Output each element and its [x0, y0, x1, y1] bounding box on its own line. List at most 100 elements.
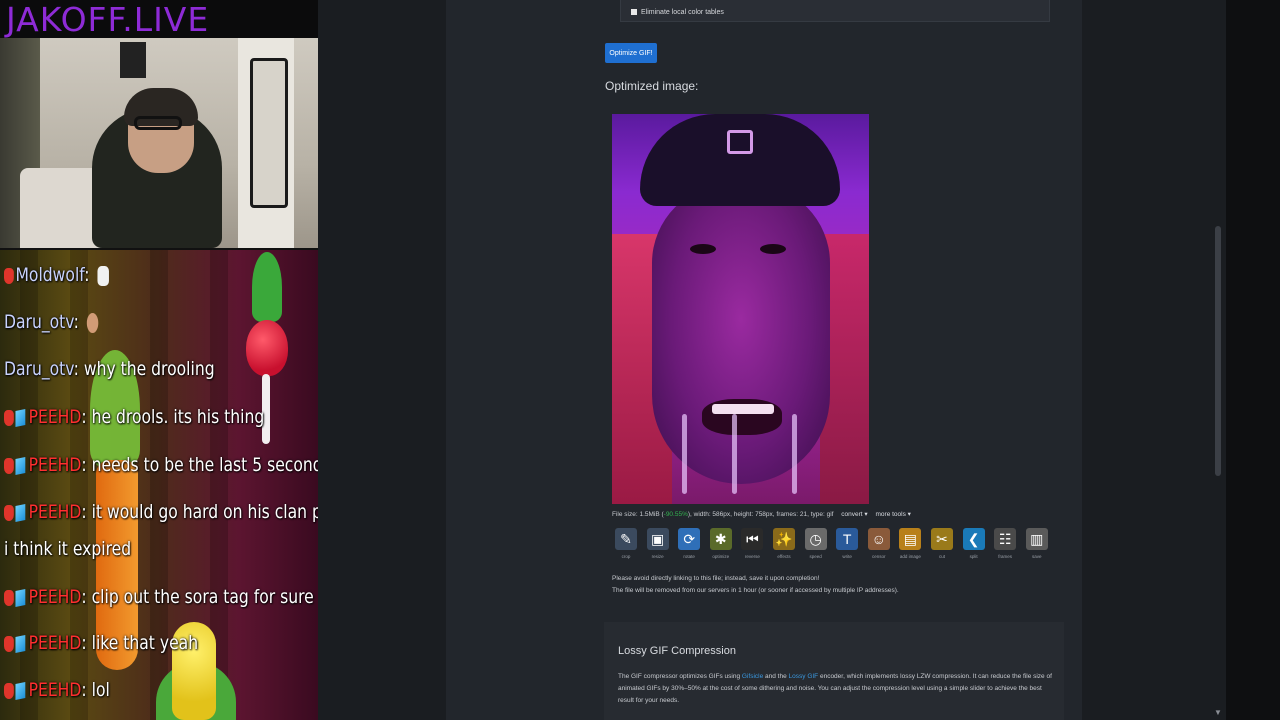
- censor-icon: ☺: [867, 528, 890, 550]
- eliminate-color-tables-label: Eliminate local color tables: [641, 9, 724, 16]
- chat-username: PEEHD: [28, 632, 82, 654]
- chat-text: like that yeah: [91, 632, 199, 654]
- chat-message: PEEHD: like that yeah: [4, 632, 198, 654]
- tool-rotate[interactable]: ⟳ rotate: [675, 528, 703, 564]
- cube-badge-icon: [15, 634, 26, 653]
- split-icon: ❮: [962, 528, 985, 550]
- chat-colon: :: [81, 501, 92, 523]
- face-emote-icon: [87, 312, 99, 333]
- speed-icon: ◷: [804, 528, 827, 550]
- lossy-description-line-2: animated GIFs by 30%–50% at the cost of …: [618, 685, 1042, 692]
- tool-label: add image: [899, 554, 921, 559]
- scroll-down-arrow-icon[interactable]: ▼: [1214, 708, 1222, 717]
- optimized-gif-preview: [612, 114, 869, 504]
- lossy-text-a: The GIF compressor optimizes GIFs using: [618, 673, 742, 680]
- scrollbar-thumb[interactable]: [1215, 226, 1221, 476]
- chat-message: PEEHD: it would go hard on his clan page…: [4, 501, 318, 523]
- tool-effects[interactable]: ✨ effects: [770, 528, 798, 564]
- gif-face: [652, 184, 830, 484]
- hand-emote-icon: [97, 265, 110, 286]
- heart-badge-icon: [4, 457, 14, 474]
- cube-badge-icon: [15, 456, 26, 475]
- chat-colon: :: [81, 679, 92, 701]
- tool-label: effects: [777, 554, 791, 559]
- effects-icon: ✨: [773, 528, 795, 550]
- eliminate-color-tables-checkbox[interactable]: [631, 9, 637, 15]
- tool-split[interactable]: ❮ split: [960, 528, 988, 564]
- tool-label: optimize: [712, 554, 730, 559]
- tool-label: resize: [651, 554, 664, 559]
- webcam-feed: [0, 38, 318, 248]
- cube-badge-icon: [15, 503, 26, 522]
- heart-badge-icon: [4, 635, 14, 652]
- chat-text: i think it expired: [4, 538, 132, 560]
- file-size-prefix: File size: 1.5MiB (: [612, 511, 664, 518]
- right-gutter: [1226, 0, 1280, 720]
- chat-colon: :: [73, 358, 84, 380]
- gif-eye-right: [760, 244, 786, 254]
- tool-label: crop: [621, 554, 631, 559]
- chat-username: Daru_otv: [4, 358, 74, 380]
- chat-username: PEEHD: [28, 501, 82, 523]
- lossy-description-line-1: The GIF compressor optimizes GIFs using …: [618, 673, 1052, 680]
- size-reduction-percent: -90.55%: [663, 511, 688, 518]
- convert-menu[interactable]: convert ▾: [841, 511, 867, 518]
- tool-resize[interactable]: ▣ resize: [644, 528, 672, 564]
- tool-speed[interactable]: ◷ speed: [802, 528, 830, 564]
- tool-save[interactable]: ▥ save: [1023, 528, 1051, 564]
- cube-badge-icon: [15, 681, 26, 700]
- radish-leaf-graphic: [252, 252, 282, 322]
- tool-frames[interactable]: ☷ frames: [991, 528, 1019, 564]
- save-icon: ▥: [1025, 528, 1048, 550]
- lossy-gif-link[interactable]: Lossy GIF: [789, 673, 819, 680]
- chat-message: PEEHD: lol: [4, 679, 110, 701]
- chat-text: he drools. its his thing: [91, 406, 265, 428]
- chat-text: it would go hard on his clan page but: [91, 501, 318, 523]
- chat-colon: :: [84, 264, 95, 286]
- chat-message: Daru_otv: why the drooling: [4, 358, 215, 380]
- file-removal-notice: The file will be removed from our server…: [612, 587, 899, 594]
- chat-message: i think it expired: [4, 538, 131, 560]
- frames-icon: ☷: [994, 528, 1017, 550]
- tool-label: reverse: [744, 554, 760, 559]
- heart-badge-icon: [4, 267, 14, 284]
- radish-graphic: [246, 320, 288, 376]
- chat-username: Daru_otv: [4, 311, 74, 333]
- chat-text: why the drooling: [83, 358, 215, 380]
- webcam-door: [250, 58, 288, 208]
- gifsicle-link[interactable]: Gifsicle: [742, 673, 763, 680]
- chat-colon: :: [81, 454, 92, 476]
- chat-text: lol: [91, 679, 110, 701]
- tool-optimize[interactable]: ✱ optimize: [707, 528, 735, 564]
- tool-censor[interactable]: ☺ censor: [865, 528, 893, 564]
- tool-label: censor: [872, 554, 886, 559]
- chat-message: PEEHD: needs to be the last 5 seconds: [4, 454, 318, 476]
- chat-message: Daru_otv:: [4, 311, 99, 333]
- stream-overlay: JAKOFF.LIVE Moldwolf: Daru_otv: Daru_otv…: [0, 0, 318, 720]
- tool-reverse[interactable]: ⏮ reverse: [738, 528, 766, 564]
- optimized-image-heading: Optimized image:: [605, 79, 699, 93]
- tool-cut[interactable]: ✂ cut: [928, 528, 956, 564]
- cut-icon: ✂: [931, 528, 953, 550]
- tool-label: cut: [938, 554, 945, 559]
- lossy-text-c: encoder, which implements lossy LZW comp…: [818, 673, 1052, 680]
- chat-text: needs to be the last 5 seconds: [91, 454, 318, 476]
- more-tools-menu[interactable]: more tools ▾: [876, 511, 911, 518]
- heart-badge-icon: [4, 682, 14, 699]
- reverse-icon: ⏮: [741, 528, 764, 550]
- chat-username: Moldwolf: [15, 264, 85, 286]
- tool-label: speed: [809, 554, 822, 559]
- chat-message: PEEHD: he drools. its his thing: [4, 406, 264, 428]
- tool-label: save: [1032, 554, 1042, 559]
- tool-crop[interactable]: ✎ crop: [612, 528, 640, 564]
- gif-eye-left: [690, 244, 716, 254]
- file-info-line: File size: 1.5MiB (-90.55%), width: 586p…: [612, 510, 911, 518]
- heart-badge-icon: [4, 409, 14, 426]
- optimize-gif-button[interactable]: Optimize GIF!: [605, 43, 657, 63]
- tool-add-image[interactable]: ▤ add image: [896, 528, 924, 564]
- tool-write[interactable]: Twrite: [833, 528, 861, 564]
- crop-icon: ✎: [615, 528, 637, 550]
- chat-username: PEEHD: [28, 586, 82, 608]
- edit-tools-toolbar: ✎ crop ▣ resize ⟳ rotate ✱ optimize ⏮ reverse ✨ eff…: [612, 528, 1057, 564]
- chat-username: PEEHD: [28, 454, 82, 476]
